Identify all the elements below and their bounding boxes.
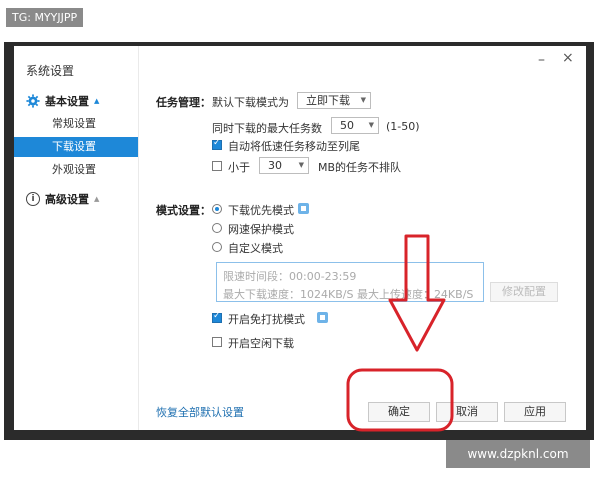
- annotation-overlay: [346, 234, 454, 432]
- annotation-highlight: [346, 368, 454, 432]
- annotation-arrow-icon: [388, 234, 446, 352]
- watermark-bottom-right: www.dzpknl.com: [446, 440, 590, 468]
